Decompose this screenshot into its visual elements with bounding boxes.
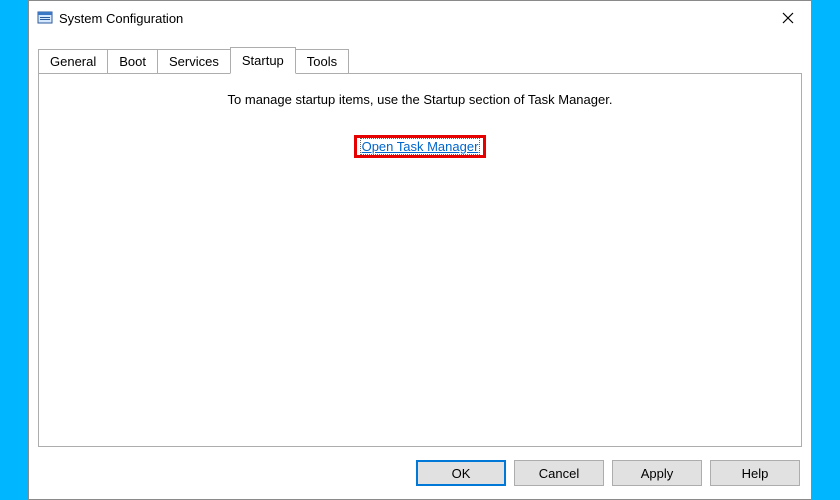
close-button[interactable] bbox=[765, 2, 811, 34]
tab-services[interactable]: Services bbox=[157, 49, 231, 73]
titlebar: System Configuration bbox=[29, 1, 811, 35]
tab-startup[interactable]: Startup bbox=[230, 47, 296, 74]
open-task-manager-link[interactable]: Open Task Manager bbox=[360, 138, 481, 155]
highlight-annotation: Open Task Manager bbox=[354, 135, 487, 158]
tab-tools[interactable]: Tools bbox=[295, 49, 349, 73]
link-wrapper: Open Task Manager bbox=[354, 135, 487, 158]
window-title: System Configuration bbox=[59, 11, 183, 26]
close-icon bbox=[782, 12, 794, 24]
help-button[interactable]: Help bbox=[710, 460, 800, 486]
tabs-row: General Boot Services Startup Tools bbox=[29, 47, 811, 73]
ok-button[interactable]: OK bbox=[416, 460, 506, 486]
startup-content: To manage startup items, use the Startup… bbox=[39, 74, 801, 158]
system-configuration-dialog: System Configuration General Boot Servic… bbox=[28, 0, 812, 500]
app-icon bbox=[37, 10, 53, 26]
outer-frame: System Configuration General Boot Servic… bbox=[0, 0, 840, 500]
startup-message: To manage startup items, use the Startup… bbox=[39, 92, 801, 107]
tab-panel-startup: To manage startup items, use the Startup… bbox=[38, 73, 802, 447]
tab-general[interactable]: General bbox=[38, 49, 108, 73]
dialog-button-row: OK Cancel Apply Help bbox=[29, 447, 811, 499]
cancel-button[interactable]: Cancel bbox=[514, 460, 604, 486]
tab-boot[interactable]: Boot bbox=[107, 49, 158, 73]
apply-button[interactable]: Apply bbox=[612, 460, 702, 486]
